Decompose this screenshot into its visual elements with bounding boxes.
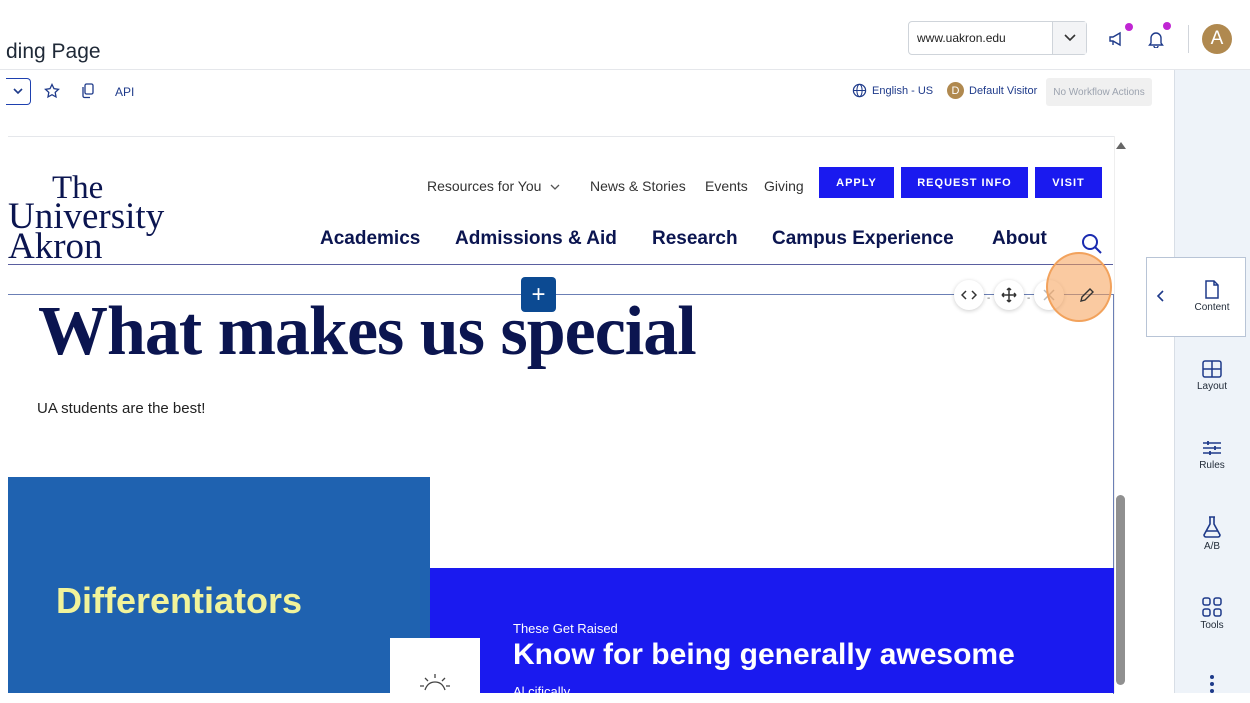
chevron-left-icon[interactable] [1156, 289, 1166, 307]
domain-select-value: www.uakron.edu [917, 31, 1006, 45]
domain-select[interactable]: www.uakron.edu [908, 21, 1087, 55]
layout-tab[interactable]: Layout [1174, 360, 1250, 392]
tools-tab-label: Tools [1200, 620, 1224, 631]
language-label: English - US [872, 84, 934, 97]
divider [1188, 25, 1189, 53]
feature-icon-box [390, 638, 480, 698]
tools-tab[interactable]: Tools [1174, 597, 1250, 631]
workflow-actions-button[interactable]: No Workflow Actions [1046, 78, 1152, 106]
nav-admissions[interactable]: Admissions & Aid [455, 228, 617, 250]
code-icon[interactable] [954, 280, 984, 310]
mode-select[interactable] [6, 78, 31, 105]
copy-icon[interactable] [79, 82, 97, 100]
nav-resources[interactable]: Resources for You [427, 178, 560, 194]
page-title: ding Page [6, 40, 101, 63]
content-tab[interactable]: Content [1174, 280, 1250, 313]
feature-title: Know for being generally awesome [513, 638, 1015, 671]
feature-subtitle: Al cifically [513, 684, 571, 699]
apply-button[interactable]: APPLY [819, 167, 894, 198]
more-vertical-icon [1210, 675, 1214, 693]
rules-tab-label: Rules [1199, 460, 1225, 471]
notification-dot [1125, 23, 1133, 31]
ab-tab[interactable]: A/B [1174, 516, 1250, 552]
chevron-down-icon[interactable] [1052, 22, 1086, 54]
visit-button[interactable]: VISIT [1035, 167, 1102, 198]
request-info-button[interactable]: REQUEST INFO [901, 167, 1028, 198]
pencil-icon[interactable] [1072, 280, 1102, 310]
visitor-selector[interactable]: D Default Visitor [947, 82, 1037, 99]
hero-subtitle: UA students are the best! [37, 400, 206, 417]
content-tab-label: Content [1194, 302, 1230, 313]
nav-giving[interactable]: Giving [764, 178, 804, 194]
announcements-icon[interactable] [1106, 28, 1128, 50]
globe-icon [852, 83, 867, 98]
nav-academics[interactable]: Academics [320, 228, 420, 250]
flask-icon [1203, 516, 1221, 538]
lightbulb-icon [420, 674, 450, 691]
more-options-button[interactable] [1174, 674, 1250, 693]
layout-icon [1202, 360, 1222, 378]
sliders-icon [1203, 441, 1221, 455]
scroll-up-arrow[interactable] [1116, 142, 1126, 149]
chevron-down-icon [550, 184, 560, 190]
control-separator: - [987, 293, 991, 304]
rules-tab[interactable]: Rules [1174, 439, 1250, 471]
visitor-badge: D [947, 82, 964, 99]
ab-tab-label: A/B [1203, 541, 1221, 552]
header-divider [8, 264, 1113, 265]
nav-news[interactable]: News & Stories [590, 178, 686, 194]
feature-eyebrow: These Get Raised [513, 621, 618, 636]
differentiators-heading: Differentiators [56, 580, 303, 621]
document-icon [1205, 280, 1219, 299]
grid-icon [1202, 597, 1222, 617]
api-link[interactable]: API [115, 85, 134, 99]
language-selector[interactable]: English - US [852, 83, 933, 98]
visitor-label: Default Visitor [969, 84, 1038, 97]
nav-about[interactable]: About [992, 228, 1047, 250]
notification-dot [1163, 22, 1171, 30]
layout-tab-label: Layout [1196, 381, 1228, 392]
university-logo[interactable]: The University Akron [8, 171, 164, 265]
nav-campus-experience[interactable]: Campus Experience [772, 228, 954, 250]
nav-resources-label: Resources for You [427, 178, 542, 194]
bell-icon[interactable] [1145, 28, 1167, 50]
avatar[interactable]: A [1202, 24, 1232, 54]
move-icon[interactable] [994, 280, 1024, 310]
nav-events[interactable]: Events [705, 178, 748, 194]
star-icon[interactable] [43, 82, 61, 100]
scrollbar-thumb[interactable] [1116, 495, 1125, 685]
control-separator: - [1027, 293, 1031, 304]
add-component-button[interactable]: + [521, 277, 556, 312]
nav-research[interactable]: Research [652, 228, 738, 250]
